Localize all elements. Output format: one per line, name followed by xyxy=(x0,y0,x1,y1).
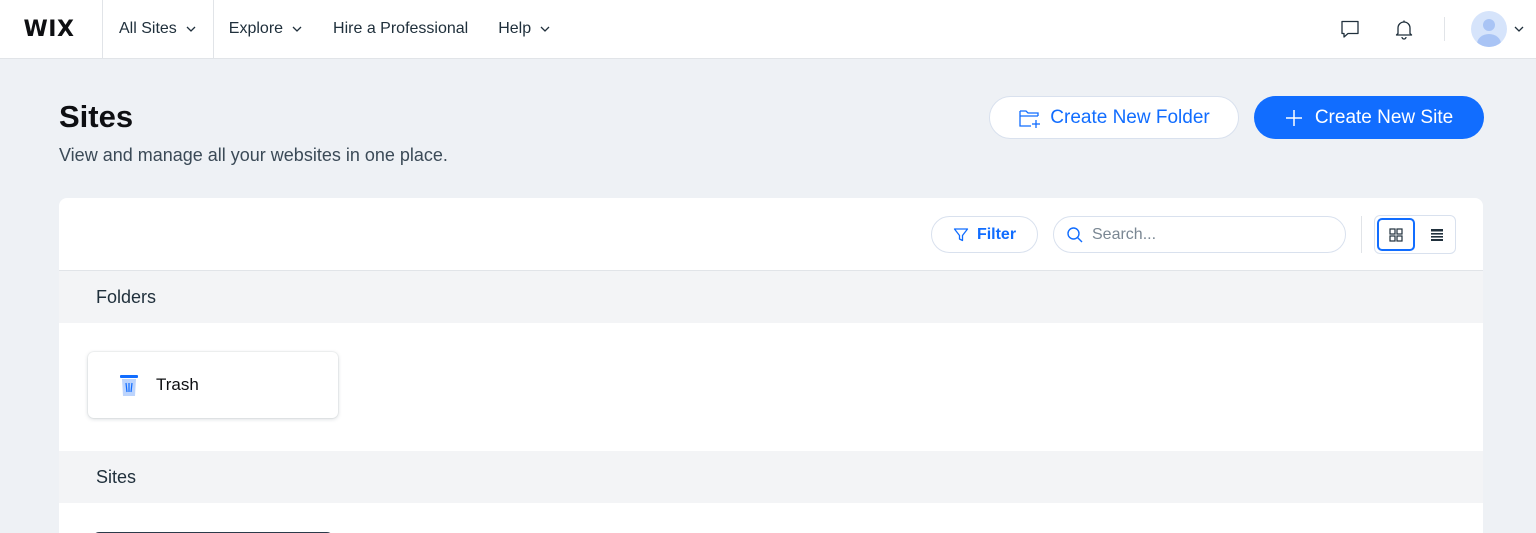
trash-icon xyxy=(120,375,138,396)
chat-button[interactable] xyxy=(1338,17,1362,41)
sites-panel: Filter Search... Folders Trash Sites xyxy=(59,198,1483,533)
list-view-button[interactable] xyxy=(1421,218,1453,251)
grid-icon xyxy=(1389,227,1403,242)
chevron-down-icon xyxy=(1514,26,1524,32)
wix-logo[interactable]: WIX xyxy=(0,0,103,59)
nav-explore-label: Explore xyxy=(228,20,284,37)
toolbar-divider xyxy=(1361,216,1362,253)
account-menu[interactable] xyxy=(1471,11,1525,47)
folders-section-title: Folders xyxy=(96,286,157,307)
folder-card-trash[interactable]: Trash xyxy=(88,352,338,418)
nav-all-sites[interactable]: All Sites xyxy=(103,0,214,59)
create-new-site-button[interactable]: Create New Site xyxy=(1254,96,1484,139)
list-icon xyxy=(1431,228,1443,241)
header-divider xyxy=(1444,17,1445,41)
nav-hire-label: Hire a Professional xyxy=(333,20,469,37)
nav-help-label: Help xyxy=(498,20,532,37)
add-folder-icon xyxy=(1019,109,1041,128)
nav-help[interactable]: Help xyxy=(468,0,551,59)
sites-toolbar: Filter xyxy=(59,198,1483,271)
search-input[interactable] xyxy=(1092,225,1332,244)
page-title: Sites xyxy=(59,99,134,134)
chevron-down-icon xyxy=(540,26,550,32)
create-new-folder-label: Create New Folder xyxy=(1050,106,1210,128)
bell-icon xyxy=(1395,20,1413,40)
notifications-button[interactable] xyxy=(1392,17,1416,41)
search-box[interactable] xyxy=(1053,216,1346,253)
avatar xyxy=(1471,11,1507,47)
create-new-site-label: Create New Site xyxy=(1314,106,1454,128)
chevron-down-icon xyxy=(186,26,196,32)
folder-name: Trash xyxy=(156,375,199,394)
view-mode-toggle xyxy=(1374,215,1456,254)
sites-section-header: Sites xyxy=(59,451,1483,503)
search-icon xyxy=(1067,226,1083,242)
folders-section-header: Folders xyxy=(59,271,1483,323)
nav-hire-professional[interactable]: Hire a Professional xyxy=(303,0,468,59)
nav-explore[interactable]: Explore xyxy=(214,0,303,59)
top-navigation-bar: WIX All Sites Explore Hire a Professiona… xyxy=(0,0,1536,59)
chat-icon xyxy=(1341,20,1359,38)
page-subtitle: View and manage all your websites in one… xyxy=(59,145,448,165)
grid-view-button[interactable] xyxy=(1377,218,1415,251)
plus-icon xyxy=(1285,109,1302,126)
nav-all-sites-label: All Sites xyxy=(119,20,177,37)
chevron-down-icon xyxy=(292,26,302,32)
filter-button[interactable]: Filter xyxy=(931,216,1038,253)
sites-section-title: Sites xyxy=(96,466,137,487)
filter-label: Filter xyxy=(976,225,1017,243)
filter-icon xyxy=(953,227,969,241)
create-new-folder-button[interactable]: Create New Folder xyxy=(989,96,1239,139)
